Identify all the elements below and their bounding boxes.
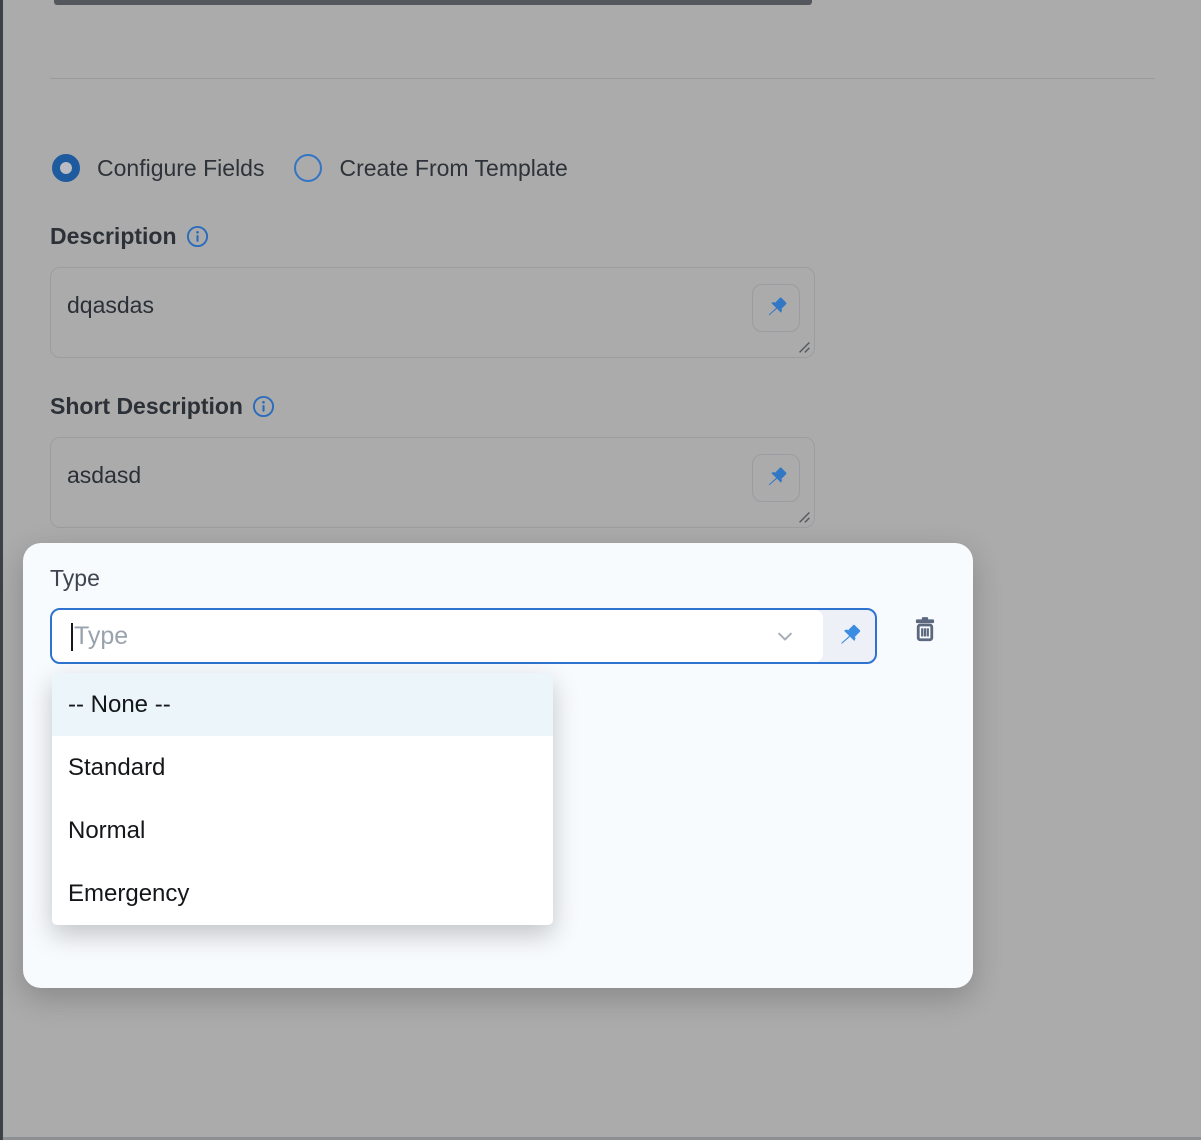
type-field-highlight-card: Type -- None -- Standard Normal Emergenc… (23, 543, 973, 988)
type-pin-button[interactable] (823, 610, 875, 662)
pushpin-icon (762, 294, 790, 322)
short-description-pin-button[interactable] (752, 454, 800, 502)
radio-option-create-from-template[interactable]: Create From Template (280, 154, 567, 182)
pushpin-icon (834, 621, 864, 651)
dropdown-option-standard[interactable]: Standard (52, 736, 553, 799)
description-pin-button[interactable] (752, 284, 800, 332)
radio-label: Create From Template (339, 155, 567, 182)
radio-selected-icon[interactable] (52, 154, 80, 182)
type-label: Type (50, 565, 100, 592)
short-description-label: Short Description (50, 393, 243, 420)
resize-grip-icon[interactable] (796, 339, 812, 355)
description-label: Description (50, 223, 177, 250)
app-left-border (0, 0, 3, 1140)
radio-label: Configure Fields (97, 155, 264, 182)
trash-icon (911, 609, 939, 649)
chevron-down-icon[interactable] (773, 627, 797, 647)
dropdown-option-normal[interactable]: Normal (52, 799, 553, 862)
text-cursor (71, 623, 73, 651)
type-input[interactable] (52, 610, 823, 662)
type-input-wrap (52, 610, 823, 662)
description-label-row: Description (50, 223, 209, 250)
dropdown-option-emergency[interactable]: Emergency (52, 862, 553, 925)
short-description-textarea[interactable]: asdasd (50, 437, 815, 528)
description-textarea[interactable]: dqasdas (50, 267, 815, 358)
clipped-field-bottom-edge (54, 0, 812, 5)
dropdown-option-none[interactable]: -- None -- (52, 673, 553, 736)
field-mode-radio-group: Configure Fields Create From Template (52, 154, 568, 182)
delete-field-button[interactable] (905, 607, 945, 651)
resize-grip-icon[interactable] (796, 509, 812, 525)
type-dropdown-list: -- None -- Standard Normal Emergency (52, 673, 553, 925)
info-icon[interactable] (186, 225, 209, 248)
type-combobox (50, 608, 877, 664)
dimmed-form-overlay: Configure Fields Create From Template De… (0, 0, 1201, 1140)
short-description-label-row: Short Description (50, 393, 275, 420)
section-divider (50, 78, 1155, 79)
radio-option-configure-fields[interactable]: Configure Fields (52, 154, 264, 182)
radio-unselected-icon[interactable] (294, 154, 322, 182)
pushpin-icon (762, 464, 790, 492)
info-icon[interactable] (252, 395, 275, 418)
